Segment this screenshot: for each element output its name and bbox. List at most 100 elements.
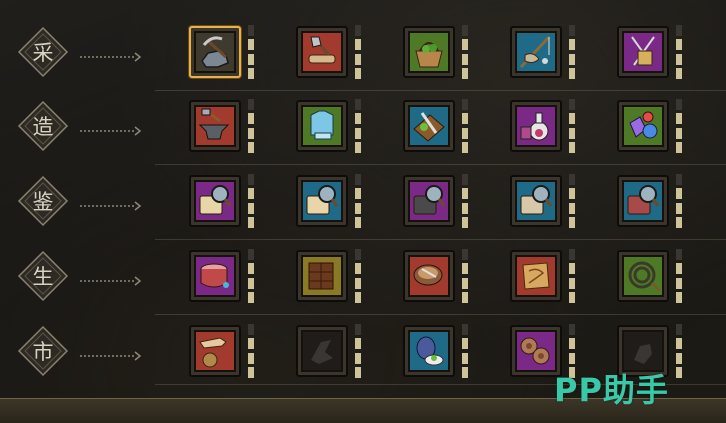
gauge-segment [248,113,254,125]
gauge-segment [676,291,682,303]
skill-slot[interactable] [510,26,562,78]
gauge-segment [248,277,254,289]
whip-icon [628,261,662,293]
skill-slot[interactable] [189,26,241,78]
category-label: 市 [32,340,54,364]
gauge-segment [676,216,682,228]
gauge-segment [676,324,682,335]
gauge-segment [248,338,254,350]
gauge-segment [355,324,361,335]
skill-slot[interactable] [510,175,562,227]
gauge-segment [569,291,575,303]
gauge-segment [248,324,254,335]
gauge-segment [355,352,361,364]
skill-slot[interactable] [296,250,348,302]
skill-level-gauge [248,99,254,153]
dotted-arrow-icon [80,121,142,136]
skill-slot[interactable] [617,250,669,302]
gauge-segment [248,249,254,260]
gauge-segment [248,202,254,214]
skill-slot[interactable] [296,26,348,78]
category-tab-2[interactable]: 造 [17,100,69,152]
skill-level-gauge [676,25,682,79]
skill-slot[interactable] [510,100,562,152]
gauge-segment [569,277,575,289]
anvil-hammer-icon [198,108,230,140]
skill-slot[interactable] [403,175,455,227]
gauge-segment [355,188,361,200]
gauge-segment [462,39,468,51]
gauge-segment [355,366,361,378]
gauge-segment [355,113,361,125]
category-label: 造 [32,115,54,139]
skill-slot[interactable] [403,325,455,377]
row-divider [155,314,726,315]
category-tab-3[interactable]: 鉴 [17,175,69,227]
skill-slot[interactable] [510,250,562,302]
row-divider [155,90,726,91]
gauge-segment [248,53,254,65]
gauge-segment [462,249,468,260]
skill-slot[interactable] [617,26,669,78]
gauge-segment [355,338,361,350]
skill-level-gauge [676,99,682,153]
gauge-segment [248,366,254,378]
category-label: 生 [32,265,54,289]
skill-slot[interactable] [296,100,348,152]
gauge-segment [248,67,254,79]
skill-slot[interactable] [403,100,455,152]
watermark: PP助手 [554,371,669,409]
alchemy-flask-icon [520,112,549,141]
skill-level-gauge [462,249,468,303]
gauge-segment [462,338,468,350]
locked-hand-icon [311,340,333,364]
skill-slot[interactable] [403,26,455,78]
gauge-segment [676,277,682,289]
gauge-segment [676,338,682,350]
appraise-anvil-icon [413,185,446,215]
gauge-segment [569,127,575,139]
gauge-segment [355,216,361,228]
skill-level-gauge [355,174,361,228]
skill-slot[interactable] [296,175,348,227]
gauge-segment [355,39,361,51]
gauge-segment [355,174,361,185]
gauge-segment [676,53,682,65]
skill-level-gauge [248,324,254,378]
gauge-segment [462,113,468,125]
category-tab-1[interactable]: 采 [17,26,69,78]
gauge-segment [248,99,254,110]
gauge-segment [355,291,361,303]
skill-slot[interactable] [189,175,241,227]
skill-slot[interactable] [189,250,241,302]
tailoring-armor-icon [310,110,334,140]
skill-slot[interactable] [189,325,241,377]
chocolate-bar-icon [308,262,334,290]
gauge-segment [569,352,575,364]
category-tab-4[interactable]: 生 [17,250,69,302]
axe-log-icon [308,36,336,64]
gauge-segment [676,127,682,139]
category-tab-5[interactable]: 市 [17,325,69,377]
skill-level-gauge [676,324,682,378]
pickaxe-ore-icon [201,36,229,68]
gauge-segment [248,141,254,153]
knitting-needles-icon [631,36,655,66]
skill-slot[interactable] [403,250,455,302]
gauge-segment [462,277,468,289]
gauge-segment [355,249,361,260]
skill-slot[interactable] [296,325,348,377]
gauge-segment [462,366,468,378]
gauge-segment [355,202,361,214]
gauge-segment [462,174,468,185]
gauge-segment [462,99,468,110]
appraise-plate-icon [520,185,553,215]
skill-slot[interactable] [617,175,669,227]
gauge-segment [355,53,361,65]
skill-slot[interactable] [617,100,669,152]
skill-slot[interactable] [189,100,241,152]
gauge-segment [462,216,468,228]
skill-level-gauge [569,174,575,228]
cooking-pot-icon [413,264,443,286]
skill-level-gauge [569,99,575,153]
